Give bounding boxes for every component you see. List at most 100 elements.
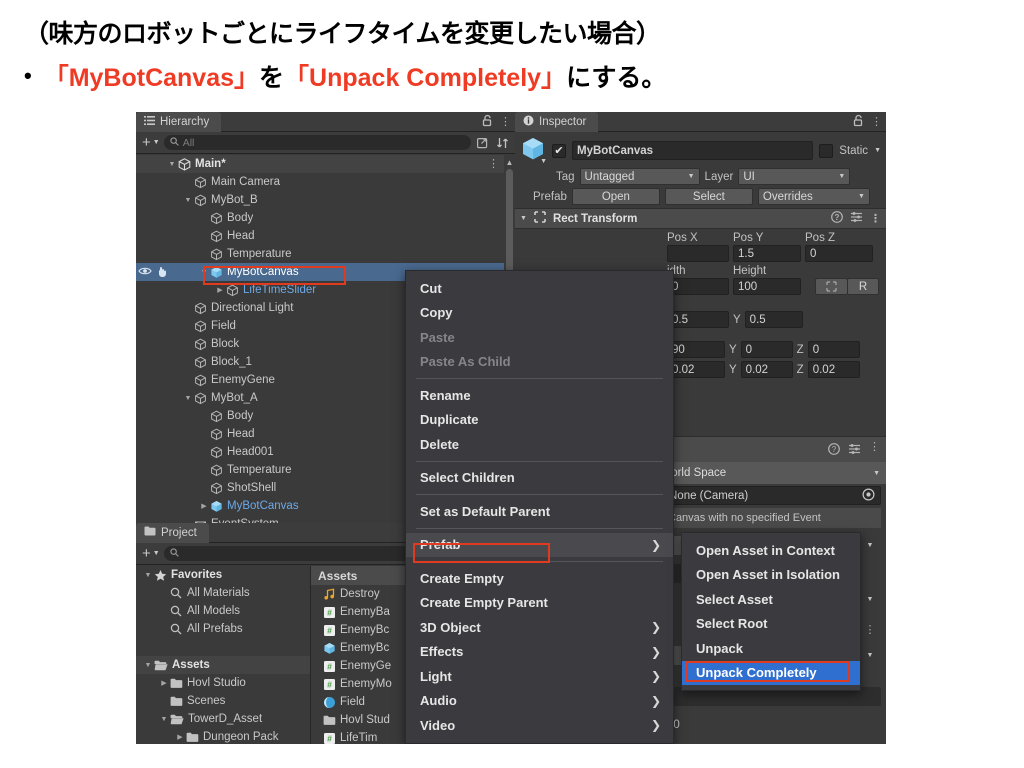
scale-x-field[interactable]: 0.02 bbox=[667, 361, 725, 378]
project-item-hovl-studio[interactable]: ▶ Hovl Studio bbox=[136, 674, 310, 692]
hierarchy-search-input[interactable]: All bbox=[163, 135, 471, 150]
chevron-down-icon[interactable]: ▼ bbox=[860, 590, 880, 609]
project-item-assets[interactable]: ▼ Assets bbox=[136, 656, 310, 674]
hierarchy-picker-icon[interactable] bbox=[475, 135, 491, 150]
prefab-submenu-item-unpack[interactable]: Unpack bbox=[682, 636, 860, 661]
chevron-right-icon[interactable]: ▶ bbox=[158, 679, 170, 687]
prefab-open-button[interactable]: Open bbox=[571, 188, 660, 205]
prefab-overrides-dropdown[interactable]: Overrides ▼ bbox=[757, 188, 870, 205]
chevron-down-icon[interactable]: ▼ bbox=[182, 197, 194, 204]
menu-item-cut[interactable]: Cut bbox=[406, 276, 673, 301]
hierarchy-item-body[interactable]: Body bbox=[136, 209, 515, 227]
chevron-down-icon[interactable]: ▼ bbox=[166, 161, 178, 168]
kebab-menu-icon[interactable]: ⋮ bbox=[488, 159, 499, 170]
project-item-towerd-asset[interactable]: ▼ TowerD_Asset bbox=[136, 710, 310, 728]
chevron-down-icon[interactable]: ▼ bbox=[142, 662, 154, 669]
pos-x-field[interactable] bbox=[667, 245, 729, 262]
menu-item-duplicate[interactable]: Duplicate bbox=[406, 408, 673, 433]
hierarchy-scroll-up-arrow[interactable]: ▲ bbox=[504, 155, 515, 169]
menu-item-effects[interactable]: Effects ❯ bbox=[406, 640, 673, 665]
kebab-menu-icon[interactable]: ⋮ bbox=[870, 213, 881, 224]
menu-item-select-children[interactable]: Select Children bbox=[406, 466, 673, 491]
hierarchy-item-main-[interactable]: ▼ Main* ⋮ bbox=[136, 155, 515, 173]
hierarchy-item-head[interactable]: Head bbox=[136, 227, 515, 245]
project-add-button[interactable]: + ▼ bbox=[140, 545, 160, 562]
help-icon[interactable]: ? bbox=[828, 443, 840, 458]
prefab-submenu-item-unpack-completely[interactable]: Unpack Completely bbox=[682, 660, 860, 685]
rotation-x-field[interactable]: 90 bbox=[667, 341, 725, 358]
static-checkbox[interactable] bbox=[819, 143, 834, 158]
chevron-down-icon[interactable]: ▼ bbox=[198, 269, 210, 276]
chevron-down-icon[interactable]: ▼ bbox=[874, 147, 881, 154]
chevron-right-icon[interactable]: ▶ bbox=[174, 733, 186, 741]
eye-icon[interactable] bbox=[138, 266, 152, 279]
prefab-submenu-item-open-asset-in-context[interactable]: Open Asset in Context bbox=[682, 538, 860, 563]
tab-inspector[interactable]: Inspector bbox=[515, 112, 599, 132]
chevron-down-icon[interactable]: ▼ bbox=[142, 572, 154, 579]
menu-item-audio[interactable]: Audio ❯ bbox=[406, 689, 673, 714]
menu-item-delete[interactable]: Delete bbox=[406, 432, 673, 457]
chevron-down-icon[interactable]: ▼ bbox=[860, 646, 880, 665]
rotation-y-field[interactable]: 0 bbox=[740, 341, 793, 358]
pivot-x-field[interactable]: 0.5 bbox=[667, 311, 729, 328]
pos-z-field[interactable]: 0 bbox=[805, 245, 873, 262]
raw-edit-toggle[interactable]: R bbox=[847, 278, 879, 295]
kebab-menu-icon[interactable]: ⋮ bbox=[500, 117, 511, 128]
radio-target-icon[interactable] bbox=[862, 487, 875, 504]
tag-dropdown[interactable]: Untagged ▼ bbox=[579, 168, 700, 185]
pos-y-field[interactable]: 1.5 bbox=[733, 245, 801, 262]
project-item-scenes[interactable]: Scenes bbox=[136, 692, 310, 710]
menu-item-video[interactable]: Video ❯ bbox=[406, 713, 673, 738]
scale-z-field[interactable]: 0.02 bbox=[807, 361, 860, 378]
hierarchy-item-main-camera[interactable]: Main Camera bbox=[136, 173, 515, 191]
hierarchy-item-temperature[interactable]: Temperature bbox=[136, 245, 515, 263]
kebab-menu-icon[interactable]: ⋮ bbox=[871, 117, 882, 128]
menu-item-set-as-default-parent[interactable]: Set as Default Parent bbox=[406, 499, 673, 524]
prefab-submenu-item-open-asset-in-isolation[interactable]: Open Asset in Isolation bbox=[682, 563, 860, 588]
prefab-submenu-item-select-root[interactable]: Select Root bbox=[682, 612, 860, 637]
chevron-right-icon[interactable]: ▶ bbox=[198, 502, 210, 510]
project-item-all-materials[interactable]: All Materials bbox=[136, 584, 310, 602]
help-icon[interactable]: ? bbox=[831, 211, 843, 226]
project-item-dungeon-pack[interactable]: ▶ Dungeon Pack bbox=[136, 728, 310, 744]
preset-icon[interactable] bbox=[850, 211, 863, 226]
tab-hierarchy[interactable]: Hierarchy bbox=[136, 112, 222, 132]
width-field[interactable]: 0 bbox=[667, 278, 729, 295]
preset-icon[interactable] bbox=[848, 443, 861, 458]
kebab-menu-icon[interactable]: ⋮ bbox=[860, 620, 880, 639]
menu-item-create-empty[interactable]: Create Empty bbox=[406, 566, 673, 591]
menu-item-3d-object[interactable]: 3D Object ❯ bbox=[406, 615, 673, 640]
blueprint-toggle[interactable] bbox=[815, 278, 847, 295]
lock-open-icon[interactable] bbox=[482, 114, 493, 130]
project-item-all-prefabs[interactable]: All Prefabs bbox=[136, 620, 310, 638]
project-item-favorites[interactable]: ▼ Favorites bbox=[136, 566, 310, 584]
object-name-field[interactable]: MyBotCanvas bbox=[572, 141, 814, 160]
hierarchy-sort-icon[interactable] bbox=[495, 135, 511, 150]
menu-item-rename[interactable]: Rename bbox=[406, 383, 673, 408]
chevron-down-icon[interactable]: ▼ bbox=[520, 215, 527, 222]
prefab-select-button[interactable]: Select bbox=[664, 188, 753, 205]
hierarchy-item-mybot-b[interactable]: ▼ MyBot_B bbox=[136, 191, 515, 209]
object-enabled-checkbox[interactable]: ✔ bbox=[552, 143, 566, 158]
hierarchy-add-button[interactable]: + ▼ bbox=[140, 134, 160, 151]
chevron-down-icon[interactable]: ▼ bbox=[860, 536, 880, 555]
menu-item-prefab[interactable]: Prefab ❯ bbox=[406, 532, 673, 557]
prefab-submenu-item-select-asset[interactable]: Select Asset bbox=[682, 587, 860, 612]
layer-dropdown[interactable]: UI ▼ bbox=[738, 168, 851, 185]
menu-item-copy[interactable]: Copy bbox=[406, 301, 673, 326]
lock-open-icon[interactable] bbox=[853, 114, 864, 130]
menu-item-create-empty-parent[interactable]: Create Empty Parent bbox=[406, 591, 673, 616]
chevron-down-icon[interactable]: ▼ bbox=[182, 395, 194, 402]
project-item-all-models[interactable]: All Models bbox=[136, 602, 310, 620]
rect-transform-header[interactable]: ▼ Rect Transform ? ⋮ bbox=[515, 208, 886, 229]
chevron-down-icon[interactable]: ▼ bbox=[158, 716, 170, 723]
kebab-menu-icon[interactable]: ⋮ bbox=[869, 442, 880, 458]
menu-item-light[interactable]: Light ❯ bbox=[406, 664, 673, 689]
rotation-z-field[interactable]: 0 bbox=[807, 341, 860, 358]
event-camera-field[interactable]: None (Camera) bbox=[663, 486, 881, 505]
scale-y-field[interactable]: 0.02 bbox=[740, 361, 793, 378]
hand-pointer-icon[interactable] bbox=[156, 265, 168, 280]
chevron-right-icon[interactable]: ▶ bbox=[214, 286, 226, 294]
tab-project[interactable]: Project bbox=[136, 523, 209, 543]
height-field[interactable]: 100 bbox=[733, 278, 801, 295]
